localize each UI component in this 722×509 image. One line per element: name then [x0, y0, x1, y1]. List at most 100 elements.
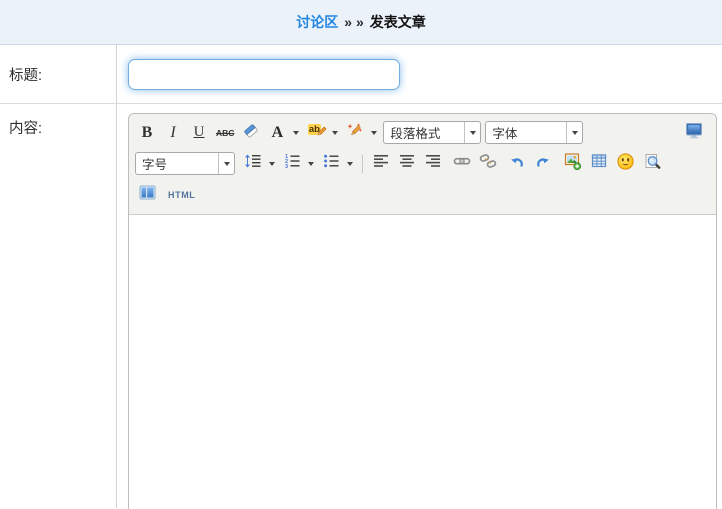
font-color-dropdown[interactable]: [289, 122, 302, 144]
content-label-cell: 内容:: [0, 104, 117, 508]
line-height-icon: [244, 152, 262, 175]
underline-button[interactable]: U: [187, 122, 211, 144]
unordered-list-button[interactable]: [319, 153, 343, 175]
unordered-list-icon: [322, 152, 340, 175]
font-family-select[interactable]: 字体: [485, 121, 583, 144]
magic-pen-button[interactable]: [343, 122, 367, 144]
strikethrough-icon: ABC: [216, 128, 234, 138]
remove-format-button[interactable]: [239, 122, 263, 144]
chevron-down-icon: [470, 131, 476, 135]
line-height-split-button[interactable]: [241, 153, 278, 175]
select-arrow: [218, 153, 234, 174]
align-center-icon: [398, 152, 416, 175]
title-label-cell: 标题:: [0, 45, 117, 103]
emoticon-icon: [616, 152, 635, 176]
select-arrow: [566, 122, 582, 143]
font-color-button[interactable]: A: [265, 122, 289, 144]
ordered-list-icon: 123: [283, 152, 301, 175]
title-input[interactable]: [128, 59, 400, 90]
magic-pen-icon: [346, 121, 364, 144]
align-left-button[interactable]: [369, 153, 393, 175]
insert-table-button[interactable]: [587, 153, 611, 175]
underline-icon: U: [194, 124, 205, 141]
unlink-icon: [479, 152, 497, 175]
highlight-split-button[interactable]: ab: [304, 122, 341, 144]
italic-icon: I: [170, 124, 175, 142]
remove-link-button[interactable]: [476, 153, 500, 175]
bold-icon: B: [142, 124, 153, 142]
bold-button[interactable]: B: [135, 122, 159, 144]
font-color-icon: A: [272, 125, 284, 141]
content-field-cell: B I U ABC: [117, 104, 722, 508]
toolbar-row-1: B I U ABC: [134, 117, 711, 148]
breadcrumb-forum-link[interactable]: 讨论区: [296, 12, 338, 32]
title-label: 标题:: [9, 64, 42, 85]
highlight-dropdown[interactable]: [328, 122, 341, 144]
chevron-down-icon: [224, 162, 230, 166]
toolbar-row-2: 字号: [134, 148, 711, 179]
chevron-down-icon: [332, 131, 338, 135]
panels-icon: [138, 183, 157, 207]
toolbar-row-3: HTML: [134, 179, 711, 210]
editor-toolbar: B I U ABC: [129, 114, 716, 215]
ordered-list-dropdown[interactable]: [304, 153, 317, 175]
redo-button[interactable]: [531, 153, 555, 175]
preview-icon: [643, 152, 662, 176]
fullscreen-icon: [684, 120, 704, 145]
align-right-icon: [424, 152, 442, 175]
font-size-select[interactable]: 字号: [135, 152, 235, 175]
toolbar-separator: [362, 155, 363, 173]
table-icon: [590, 152, 608, 175]
title-field-cell: [117, 45, 722, 103]
content-label: 内容:: [9, 117, 42, 138]
insert-image-button[interactable]: [560, 153, 585, 175]
align-left-icon: [372, 152, 390, 175]
page-title: 发表文章: [370, 12, 426, 32]
magic-pen-dropdown[interactable]: [367, 122, 380, 144]
ordered-list-button[interactable]: 123: [280, 153, 304, 175]
chevron-down-icon: [347, 162, 353, 166]
preview-button[interactable]: [640, 153, 665, 175]
ordered-list-split-button[interactable]: 123: [280, 153, 317, 175]
unordered-list-dropdown[interactable]: [343, 153, 356, 175]
publish-article-page: 讨论区 » » 发表文章 标题: 内容: B: [0, 0, 722, 509]
highlight-button[interactable]: ab: [304, 122, 328, 144]
undo-icon: [508, 152, 526, 175]
insert-link-button[interactable]: [450, 153, 474, 175]
font-family-value: 字体: [486, 122, 566, 143]
paragraph-format-select[interactable]: 段落格式: [383, 121, 481, 144]
breadcrumb: 讨论区 » » 发表文章: [0, 0, 722, 45]
align-center-button[interactable]: [395, 153, 419, 175]
content-row: 内容: B I U: [0, 104, 722, 508]
editor-content-area[interactable]: [129, 215, 716, 509]
font-color-split-button[interactable]: A: [265, 122, 302, 144]
line-height-dropdown[interactable]: [265, 153, 278, 175]
rich-text-editor: B I U ABC: [128, 113, 717, 509]
fullscreen-button[interactable]: [681, 122, 707, 144]
emoticon-button[interactable]: [613, 153, 638, 175]
toggle-panels-button[interactable]: [135, 184, 160, 206]
title-row: 标题:: [0, 45, 722, 104]
html-source-button[interactable]: HTML: [165, 184, 198, 206]
magic-pen-split-button[interactable]: [343, 122, 380, 144]
font-size-value: 字号: [136, 153, 218, 174]
italic-button[interactable]: I: [161, 122, 185, 144]
line-height-button[interactable]: [241, 153, 265, 175]
chevron-down-icon: [269, 162, 275, 166]
chevron-down-icon: [308, 162, 314, 166]
align-right-button[interactable]: [421, 153, 445, 175]
undo-button[interactable]: [505, 153, 529, 175]
link-icon: [453, 152, 471, 175]
chevron-down-icon: [293, 131, 299, 135]
unordered-list-split-button[interactable]: [319, 153, 356, 175]
paragraph-format-value: 段落格式: [384, 122, 464, 143]
chevron-down-icon: [371, 131, 377, 135]
strikethrough-button[interactable]: ABC: [213, 122, 237, 144]
chevron-down-icon: [572, 131, 578, 135]
html-source-label: HTML: [168, 190, 195, 200]
eraser-icon: [242, 121, 260, 144]
pencil-icon: [316, 124, 327, 142]
select-arrow: [464, 122, 480, 143]
insert-image-icon: [563, 152, 582, 176]
breadcrumb-separator: » »: [344, 14, 363, 30]
